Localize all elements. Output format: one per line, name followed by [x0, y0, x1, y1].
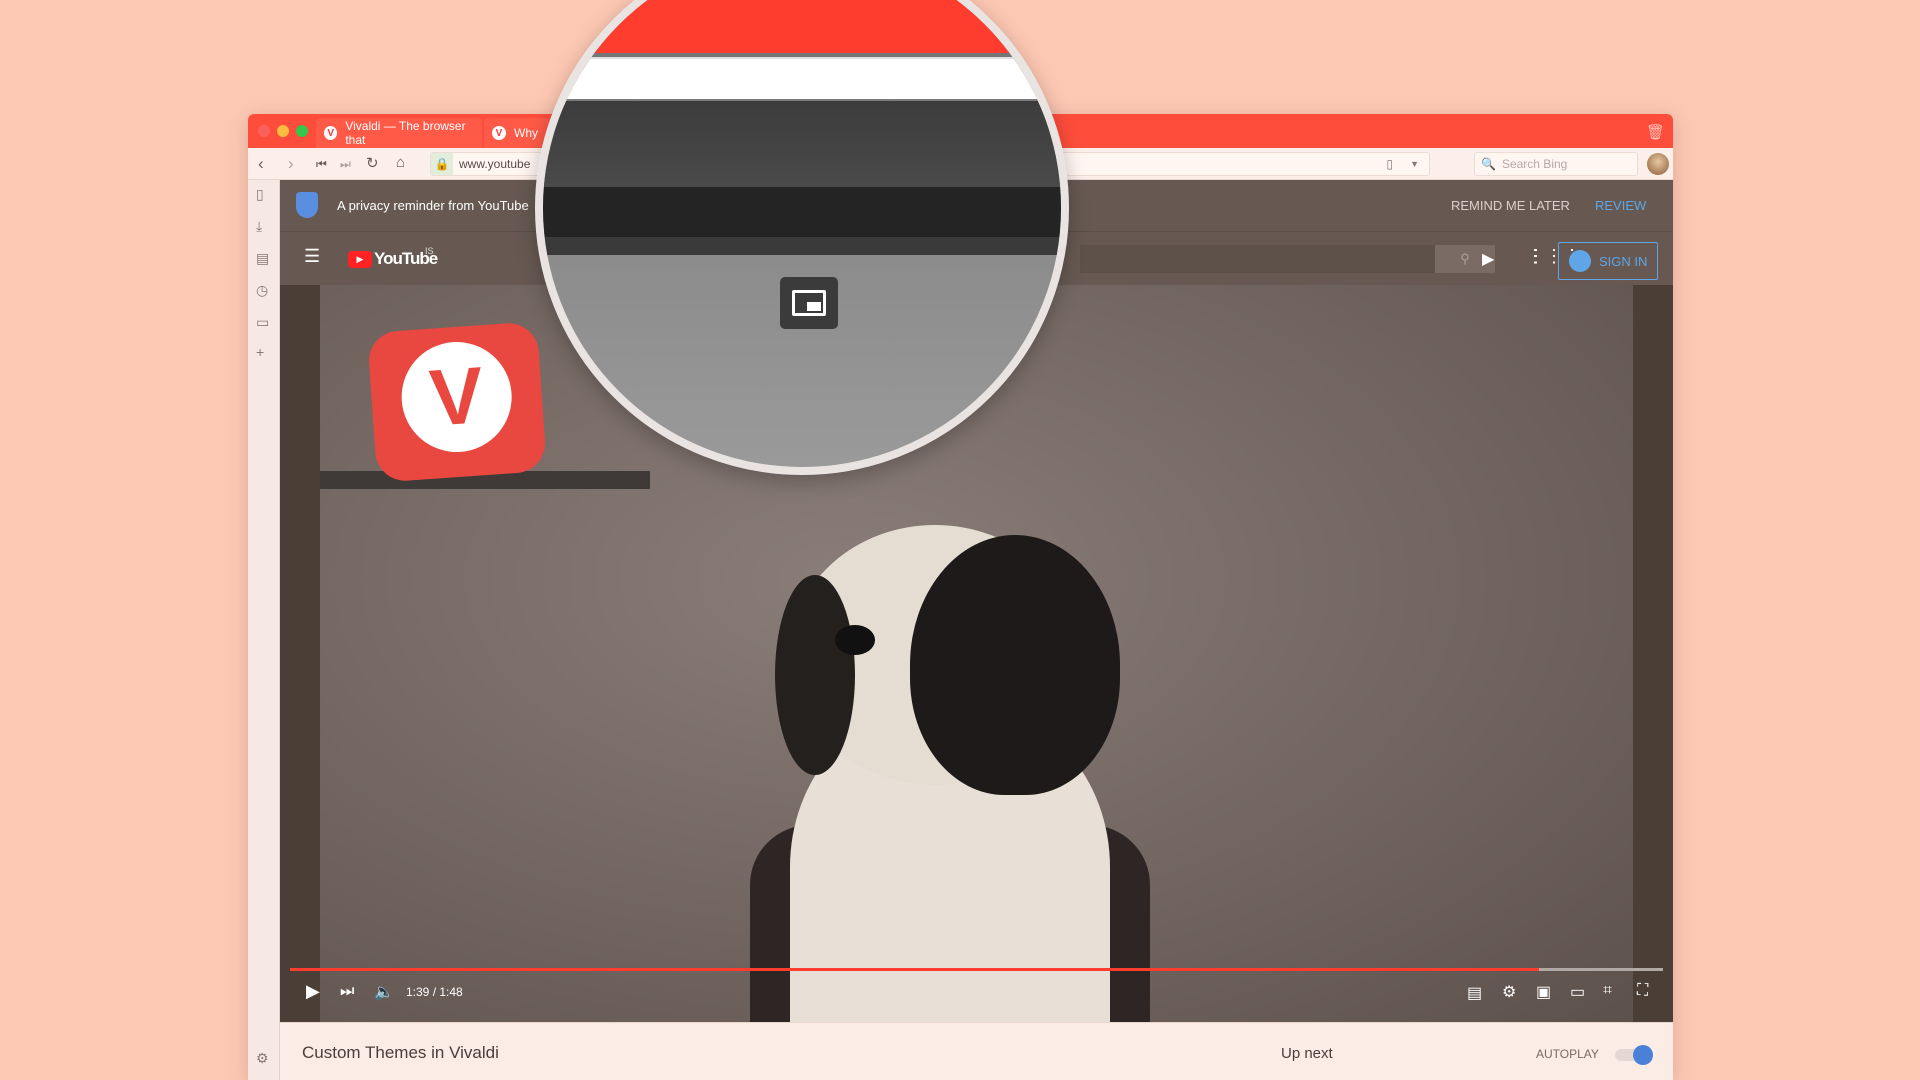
- miniplayer-icon[interactable]: ▣: [1536, 982, 1551, 1002]
- minimize-window-button[interactable]: [277, 125, 289, 137]
- trash-icon[interactable]: 🗑: [1646, 123, 1665, 141]
- picture-in-picture-button[interactable]: [780, 277, 838, 329]
- dog-ear-left: [775, 575, 855, 775]
- time-display: 1:39 / 1:48: [406, 985, 463, 999]
- maximize-window-button[interactable]: [296, 125, 308, 137]
- remind-later-button[interactable]: REMIND ME LATER: [1451, 198, 1570, 213]
- bookmarks-icon[interactable]: ▯: [256, 186, 264, 203]
- video-title: Custom Themes in Vivaldi: [302, 1043, 499, 1062]
- fast-forward-icon[interactable]: ⏭: [340, 157, 351, 172]
- account-icon: [1569, 250, 1591, 272]
- autoplay-toggle[interactable]: [1615, 1045, 1653, 1065]
- forward-icon[interactable]: ›: [288, 154, 294, 174]
- youtube-logo-icon[interactable]: ▶: [348, 251, 372, 268]
- video-info: Custom Themes in Vivaldi Up next AUTOPLA…: [280, 1022, 1673, 1080]
- settings-icon[interactable]: ⚙: [256, 1050, 269, 1067]
- search-input[interactable]: [1080, 245, 1435, 273]
- dog-nose: [835, 625, 875, 655]
- privacy-text: A privacy reminder from YouTube: [337, 198, 529, 213]
- upload-video-icon[interactable]: ▶: [1482, 249, 1494, 269]
- magnified-tabbar: [543, 0, 1061, 53]
- progress-fill: [290, 968, 1540, 971]
- tab-title: Why: [514, 126, 538, 140]
- search-icon: 🔍: [1481, 157, 1496, 171]
- side-panel: ▯ ⤓ ▤ ◷ ▭ + ⚙: [248, 180, 280, 1080]
- next-icon[interactable]: ⏭: [340, 983, 354, 1001]
- volume-icon[interactable]: 🔈: [374, 982, 394, 1002]
- download-icon[interactable]: ⤓: [256, 218, 262, 235]
- up-next-label: Up next: [1281, 1045, 1333, 1062]
- chevron-down-icon[interactable]: ▼: [1410, 159, 1419, 169]
- tab-vivaldi[interactable]: V Vivaldi — The browser that: [316, 118, 482, 148]
- fullscreen-icon[interactable]: ⛶: [1637, 982, 1648, 1000]
- back-icon[interactable]: ‹: [258, 154, 264, 174]
- vivaldi-icon: V: [324, 126, 338, 140]
- reload-icon[interactable]: ↻: [366, 154, 379, 172]
- search-field[interactable]: 🔍 Search Bing: [1474, 152, 1638, 176]
- vivaldi-icon: V: [492, 126, 506, 140]
- sign-in-button[interactable]: SIGN IN: [1558, 242, 1658, 280]
- menu-icon[interactable]: ☰: [304, 246, 320, 267]
- history-icon[interactable]: ◷: [256, 282, 268, 299]
- dog-ear: [910, 535, 1120, 795]
- notes-icon[interactable]: ▤: [256, 250, 269, 267]
- tab-title: Vivaldi — The browser that: [345, 119, 466, 147]
- magnified-bar: [543, 187, 1061, 237]
- search-placeholder: Search Bing: [1501, 157, 1568, 171]
- play-icon[interactable]: ▶: [306, 981, 320, 1002]
- magnified-header: [543, 101, 1061, 187]
- bookmark-icon[interactable]: ▯: [1386, 157, 1393, 171]
- subtitles-icon[interactable]: ▤: [1467, 983, 1482, 1003]
- rewind-icon[interactable]: ⏮: [316, 157, 327, 172]
- sign-in-label: SIGN IN: [1599, 253, 1648, 269]
- shield-icon: [296, 192, 318, 218]
- url-text: www.youtube: [459, 157, 531, 171]
- window-icon[interactable]: ▭: [256, 314, 269, 331]
- region-code: IS: [425, 246, 434, 256]
- profile-avatar[interactable]: [1647, 153, 1669, 175]
- vivaldi-logo: V: [366, 321, 548, 483]
- home-icon[interactable]: ⌂: [396, 154, 405, 171]
- autoplay-label: AUTOPLAY: [1536, 1047, 1599, 1061]
- progress-track[interactable]: [290, 968, 1663, 971]
- theater-mode-icon[interactable]: ▭: [1570, 982, 1585, 1002]
- lock-icon: 🔒: [431, 153, 453, 175]
- settings-hd-icon[interactable]: ⚙: [1502, 982, 1516, 1002]
- add-panel-icon[interactable]: +: [256, 344, 264, 360]
- review-button[interactable]: REVIEW: [1595, 198, 1646, 213]
- cast-icon[interactable]: ⌗: [1603, 982, 1612, 1000]
- close-window-button[interactable]: [258, 125, 270, 137]
- more-icon[interactable]: ⋮: [1526, 246, 1544, 267]
- magnified-addressbar: [543, 57, 1061, 99]
